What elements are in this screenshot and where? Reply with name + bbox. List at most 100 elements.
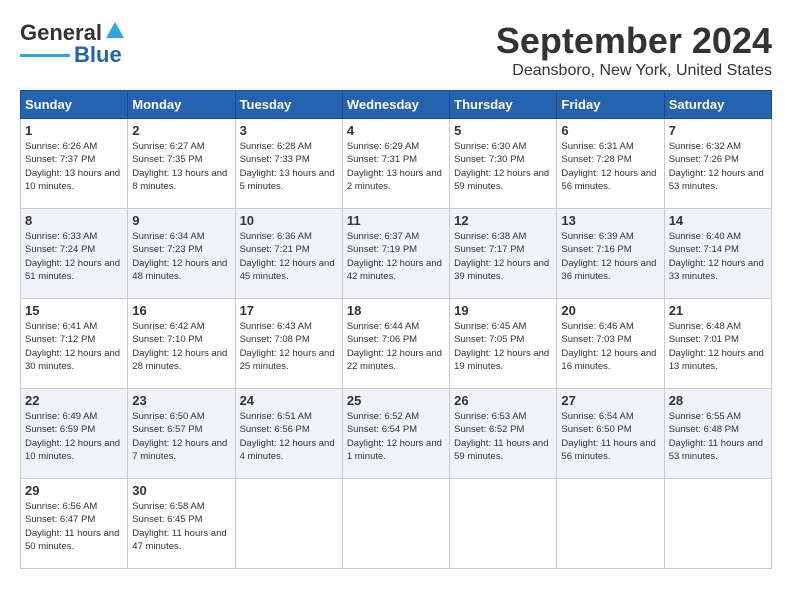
calendar-cell: 6 Sunrise: 6:31 AMSunset: 7:28 PMDaylight…: [557, 119, 664, 209]
day-info: Sunrise: 6:34 AMSunset: 7:23 PMDaylight:…: [132, 230, 230, 283]
day-number: 20: [561, 303, 659, 318]
day-info: Sunrise: 6:39 AMSunset: 7:16 PMDaylight:…: [561, 230, 659, 283]
day-number: 7: [669, 123, 767, 138]
calendar-cell: 2 Sunrise: 6:27 AMSunset: 7:35 PMDaylight…: [128, 119, 235, 209]
calendar-cell: 8Sunrise: 6:33 AMSunset: 7:24 PMDaylight…: [21, 209, 128, 299]
calendar-cell: 26 Sunrise: 6:53 AMSunset: 6:52 PMDayligh…: [450, 389, 557, 479]
day-info: Sunrise: 6:51 AMSunset: 6:56 PMDaylight:…: [240, 410, 338, 463]
calendar-cell: 11 Sunrise: 6:37 AMSunset: 7:19 PMDayligh…: [342, 209, 449, 299]
day-info: Sunrise: 6:42 AMSunset: 7:10 PMDaylight:…: [132, 320, 230, 373]
calendar-cell: 30 Sunrise: 6:58 AMSunset: 6:45 PMDayligh…: [128, 479, 235, 569]
day-number: 13: [561, 213, 659, 228]
calendar-week-row: 1 Sunrise: 6:26 AMSunset: 7:37 PMDaylight…: [21, 119, 772, 209]
calendar-cell: 20 Sunrise: 6:46 AMSunset: 7:03 PMDayligh…: [557, 299, 664, 389]
day-number: 1: [25, 123, 123, 138]
calendar-cell: 27 Sunrise: 6:54 AMSunset: 6:50 PMDayligh…: [557, 389, 664, 479]
day-info: Sunrise: 6:43 AMSunset: 7:08 PMDaylight:…: [240, 320, 338, 373]
day-info: Sunrise: 6:49 AMSunset: 6:59 PMDaylight:…: [25, 410, 123, 463]
day-info: Sunrise: 6:54 AMSunset: 6:50 PMDaylight:…: [561, 410, 659, 463]
day-info: Sunrise: 6:37 AMSunset: 7:19 PMDaylight:…: [347, 230, 445, 283]
day-info: Sunrise: 6:41 AMSunset: 7:12 PMDaylight:…: [25, 320, 123, 373]
day-info: Sunrise: 6:33 AMSunset: 7:24 PMDaylight:…: [25, 230, 123, 283]
calendar-cell: 16Sunrise: 6:42 AMSunset: 7:10 PMDayligh…: [128, 299, 235, 389]
day-number: 6: [561, 123, 659, 138]
calendar-cell: 21 Sunrise: 6:48 AMSunset: 7:01 PMDayligh…: [664, 299, 771, 389]
day-info: Sunrise: 6:26 AMSunset: 7:37 PMDaylight:…: [25, 140, 123, 193]
day-info: Sunrise: 6:31 AMSunset: 7:28 PMDaylight:…: [561, 140, 659, 193]
day-number: 3: [240, 123, 338, 138]
day-info: Sunrise: 6:27 AMSunset: 7:35 PMDaylight:…: [132, 140, 230, 193]
calendar-cell: [664, 479, 771, 569]
calendar-cell: 24 Sunrise: 6:51 AMSunset: 6:56 PMDayligh…: [235, 389, 342, 479]
day-info: Sunrise: 6:53 AMSunset: 6:52 PMDaylight:…: [454, 410, 552, 463]
day-number: 25: [347, 393, 445, 408]
calendar-table: Sunday Monday Tuesday Wednesday Thursday…: [20, 90, 772, 569]
logo-underline: [20, 54, 70, 57]
day-info: Sunrise: 6:52 AMSunset: 6:54 PMDaylight:…: [347, 410, 445, 463]
day-info: Sunrise: 6:36 AMSunset: 7:21 PMDaylight:…: [240, 230, 338, 283]
calendar-cell: 17 Sunrise: 6:43 AMSunset: 7:08 PMDayligh…: [235, 299, 342, 389]
calendar-cell: 25 Sunrise: 6:52 AMSunset: 6:54 PMDayligh…: [342, 389, 449, 479]
calendar-cell: 10 Sunrise: 6:36 AMSunset: 7:21 PMDayligh…: [235, 209, 342, 299]
day-info: Sunrise: 6:45 AMSunset: 7:05 PMDaylight:…: [454, 320, 552, 373]
day-number: 22: [25, 393, 123, 408]
logo-text-blue: Blue: [74, 42, 122, 68]
day-number: 21: [669, 303, 767, 318]
day-info: Sunrise: 6:55 AMSunset: 6:48 PMDaylight:…: [669, 410, 767, 463]
day-info: Sunrise: 6:50 AMSunset: 6:57 PMDaylight:…: [132, 410, 230, 463]
calendar-cell: [450, 479, 557, 569]
day-info: Sunrise: 6:48 AMSunset: 7:01 PMDaylight:…: [669, 320, 767, 373]
day-info: Sunrise: 6:29 AMSunset: 7:31 PMDaylight:…: [347, 140, 445, 193]
day-number: 19: [454, 303, 552, 318]
day-number: 24: [240, 393, 338, 408]
calendar-cell: [342, 479, 449, 569]
day-number: 28: [669, 393, 767, 408]
calendar-cell: 19 Sunrise: 6:45 AMSunset: 7:05 PMDayligh…: [450, 299, 557, 389]
day-number: 17: [240, 303, 338, 318]
day-number: 30: [132, 483, 230, 498]
calendar-cell: 3 Sunrise: 6:28 AMSunset: 7:33 PMDaylight…: [235, 119, 342, 209]
calendar-week-row: 29Sunrise: 6:56 AMSunset: 6:47 PMDayligh…: [21, 479, 772, 569]
day-info: Sunrise: 6:32 AMSunset: 7:26 PMDaylight:…: [669, 140, 767, 193]
calendar-subtitle: Deansboro, New York, United States: [496, 62, 772, 80]
calendar-cell: 12 Sunrise: 6:38 AMSunset: 7:17 PMDayligh…: [450, 209, 557, 299]
calendar-title: September 2024: [496, 20, 772, 62]
title-block: September 2024 Deansboro, New York, Unit…: [496, 20, 772, 80]
day-info: Sunrise: 6:44 AMSunset: 7:06 PMDaylight:…: [347, 320, 445, 373]
header-wednesday: Wednesday: [342, 91, 449, 119]
day-number: 27: [561, 393, 659, 408]
day-info: Sunrise: 6:30 AMSunset: 7:30 PMDaylight:…: [454, 140, 552, 193]
calendar-cell: 13 Sunrise: 6:39 AMSunset: 7:16 PMDayligh…: [557, 209, 664, 299]
logo: General Blue: [20, 20, 126, 68]
calendar-cell: 15 Sunrise: 6:41 AMSunset: 7:12 PMDayligh…: [21, 299, 128, 389]
calendar-cell: 29Sunrise: 6:56 AMSunset: 6:47 PMDayligh…: [21, 479, 128, 569]
calendar-cell: 14Sunrise: 6:40 AMSunset: 7:14 PMDayligh…: [664, 209, 771, 299]
day-number: 4: [347, 123, 445, 138]
header-friday: Friday: [557, 91, 664, 119]
calendar-cell: 18Sunrise: 6:44 AMSunset: 7:06 PMDayligh…: [342, 299, 449, 389]
day-number: 10: [240, 213, 338, 228]
calendar-cell: 23 Sunrise: 6:50 AMSunset: 6:57 PMDayligh…: [128, 389, 235, 479]
day-number: 2: [132, 123, 230, 138]
day-number: 23: [132, 393, 230, 408]
page-header: General Blue September 2024 Deansboro, N…: [20, 20, 772, 80]
calendar-cell: 4 Sunrise: 6:29 AMSunset: 7:31 PMDaylight…: [342, 119, 449, 209]
day-number: 26: [454, 393, 552, 408]
day-info: Sunrise: 6:56 AMSunset: 6:47 PMDaylight:…: [25, 500, 123, 553]
day-number: 11: [347, 213, 445, 228]
day-info: Sunrise: 6:40 AMSunset: 7:14 PMDaylight:…: [669, 230, 767, 283]
calendar-cell: 5 Sunrise: 6:30 AMSunset: 7:30 PMDaylight…: [450, 119, 557, 209]
header-saturday: Saturday: [664, 91, 771, 119]
day-info: Sunrise: 6:46 AMSunset: 7:03 PMDaylight:…: [561, 320, 659, 373]
header-thursday: Thursday: [450, 91, 557, 119]
day-info: Sunrise: 6:38 AMSunset: 7:17 PMDaylight:…: [454, 230, 552, 283]
day-number: 9: [132, 213, 230, 228]
header-sunday: Sunday: [21, 91, 128, 119]
day-info: Sunrise: 6:58 AMSunset: 6:45 PMDaylight:…: [132, 500, 230, 553]
day-number: 5: [454, 123, 552, 138]
calendar-header-row: Sunday Monday Tuesday Wednesday Thursday…: [21, 91, 772, 119]
day-info: Sunrise: 6:28 AMSunset: 7:33 PMDaylight:…: [240, 140, 338, 193]
calendar-cell: 1 Sunrise: 6:26 AMSunset: 7:37 PMDaylight…: [21, 119, 128, 209]
day-number: 15: [25, 303, 123, 318]
day-number: 12: [454, 213, 552, 228]
